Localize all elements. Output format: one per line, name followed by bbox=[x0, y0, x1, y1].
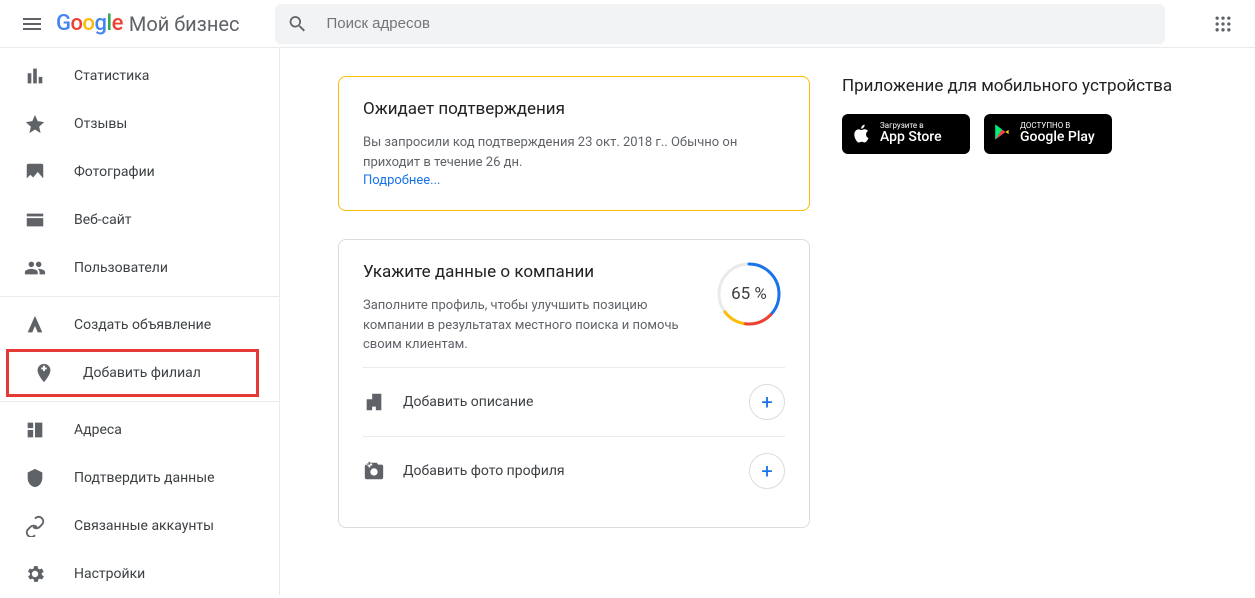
sidebar-item-reviews[interactable]: Отзывы bbox=[0, 100, 279, 148]
business-icon bbox=[24, 419, 46, 441]
divider bbox=[0, 401, 279, 402]
hamburger-icon bbox=[20, 12, 44, 36]
sidebar-item-label: Настройки bbox=[74, 566, 145, 582]
star-icon bbox=[24, 113, 46, 135]
sidebar-item-label: Веб-сайт bbox=[74, 212, 132, 228]
sidebar-item-label: Отзывы bbox=[74, 116, 127, 132]
menu-button[interactable] bbox=[8, 0, 56, 48]
google-play-icon bbox=[992, 122, 1012, 142]
gear-icon bbox=[24, 563, 46, 585]
product-name: Мой бизнес bbox=[129, 12, 240, 36]
add-button[interactable]: + bbox=[749, 453, 785, 489]
website-icon bbox=[24, 209, 46, 231]
shield-icon bbox=[24, 467, 46, 489]
learn-more-link[interactable]: Подробнее... bbox=[363, 173, 440, 188]
progress-ring: 65 % bbox=[713, 258, 785, 330]
sidebar-item-stats[interactable]: Статистика bbox=[0, 52, 279, 100]
action-label: Добавить фото профиля bbox=[403, 463, 565, 479]
apps-grid-icon bbox=[1213, 14, 1233, 34]
action-add-description[interactable]: Добавить описание + bbox=[363, 367, 785, 436]
sidebar-item-verify[interactable]: Подтвердить данные bbox=[0, 454, 279, 502]
action-add-photo[interactable]: Добавить фото профиля + bbox=[363, 436, 785, 505]
googleplay-badge[interactable]: ДОСТУПНО В Google Play bbox=[984, 114, 1112, 154]
appstore-badge[interactable]: Загрузите в App Store bbox=[842, 114, 970, 154]
card-title: Укажите данные о компании bbox=[363, 262, 697, 282]
googleplay-bottom-text: Google Play bbox=[1020, 130, 1095, 145]
search-input[interactable] bbox=[326, 15, 1153, 32]
sidebar-item-label: Подтвердить данные bbox=[74, 470, 215, 486]
search-icon bbox=[287, 13, 308, 35]
sidebar-item-label: Фотографии bbox=[74, 164, 155, 180]
sidebar-item-addresses[interactable]: Адреса bbox=[0, 406, 279, 454]
sidebar-item-add-branch[interactable]: Добавить филиал bbox=[6, 349, 259, 397]
sidebar-item-label: Создать объявление bbox=[74, 317, 211, 333]
building-icon bbox=[363, 391, 385, 413]
link-icon bbox=[24, 515, 46, 537]
search-bar[interactable] bbox=[275, 4, 1165, 44]
apps-menu-button[interactable] bbox=[1199, 0, 1247, 48]
apple-icon bbox=[850, 123, 872, 145]
ads-icon bbox=[24, 314, 46, 336]
card-body: Заполните профиль, чтобы улучшить позици… bbox=[363, 296, 697, 355]
profile-card: Укажите данные о компании Заполните проф… bbox=[338, 239, 810, 528]
appstore-bottom-text: App Store bbox=[880, 130, 942, 145]
card-body: Вы запросили код подтверждения 23 окт. 2… bbox=[363, 133, 785, 172]
content-area: Ожидает подтверждения Вы запросили код п… bbox=[280, 48, 1255, 595]
sidebar-item-create-ad[interactable]: Создать объявление bbox=[0, 301, 279, 349]
logo[interactable]: Google Мой бизнес bbox=[56, 11, 239, 36]
bar-chart-icon bbox=[24, 65, 46, 87]
sidebar-item-label: Связанные аккаунты bbox=[74, 518, 214, 534]
sidebar-item-photos[interactable]: Фотографии bbox=[0, 148, 279, 196]
divider bbox=[0, 296, 279, 297]
mobile-app-title: Приложение для мобильного устройства bbox=[842, 76, 1242, 96]
google-logo: Google bbox=[56, 11, 123, 36]
sidebar-item-settings[interactable]: Настройки bbox=[0, 550, 279, 598]
app-header: Google Мой бизнес bbox=[0, 0, 1255, 48]
sidebar-item-label: Статистика bbox=[74, 68, 149, 84]
sidebar-item-label: Пользователи bbox=[74, 260, 168, 276]
add-location-icon bbox=[33, 362, 55, 384]
sidebar-item-users[interactable]: Пользователи bbox=[0, 244, 279, 292]
sidebar-item-linked[interactable]: Связанные аккаунты bbox=[0, 502, 279, 550]
add-button[interactable]: + bbox=[749, 384, 785, 420]
sidebar-item-website[interactable]: Веб-сайт bbox=[0, 196, 279, 244]
progress-percent: 65 % bbox=[713, 258, 785, 330]
sidebar-item-label: Добавить филиал bbox=[83, 365, 201, 381]
action-label: Добавить описание bbox=[403, 394, 533, 410]
people-icon bbox=[24, 257, 46, 279]
verification-card: Ожидает подтверждения Вы запросили код п… bbox=[338, 76, 810, 211]
sidebar-item-label: Адреса bbox=[74, 422, 122, 438]
photo-icon bbox=[24, 161, 46, 183]
sidebar: Статистика Отзывы Фотографии Веб-сайт По… bbox=[0, 48, 280, 595]
card-title: Ожидает подтверждения bbox=[363, 99, 785, 119]
camera-icon bbox=[363, 460, 385, 482]
